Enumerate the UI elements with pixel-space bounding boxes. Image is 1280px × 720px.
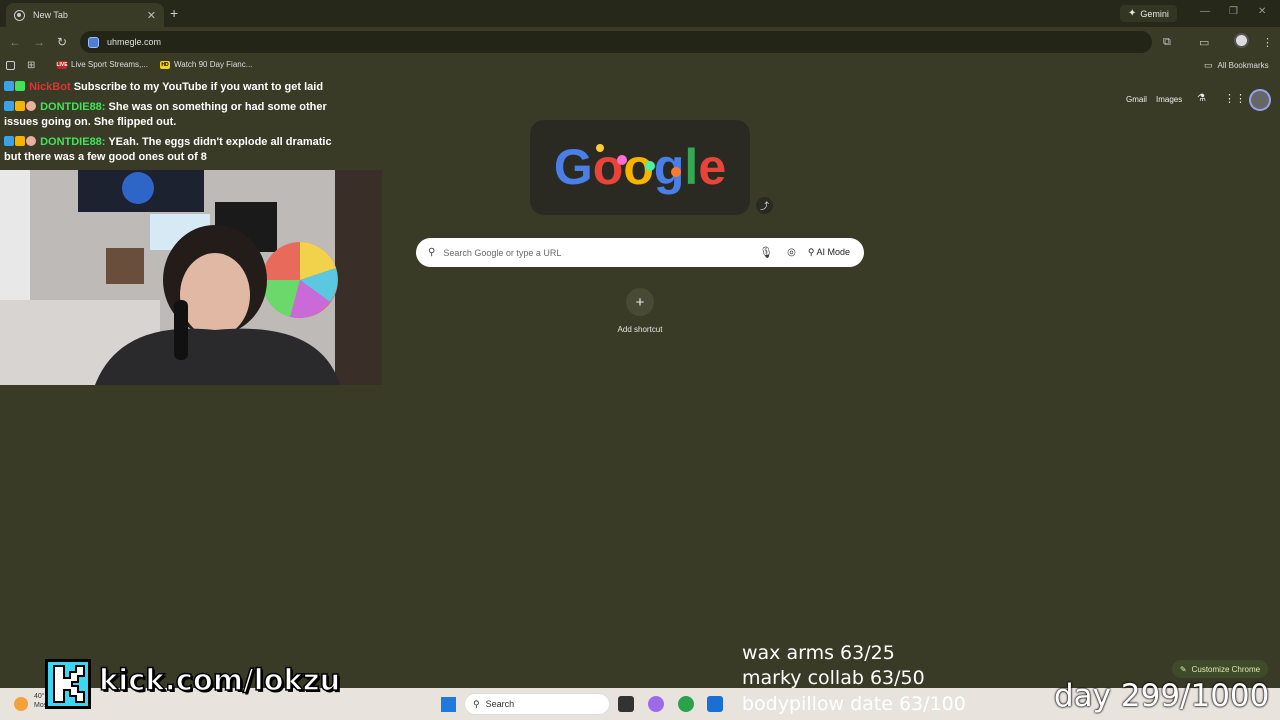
webcam-feed	[0, 170, 382, 385]
labs-flask-icon[interactable]: ⚗	[1197, 93, 1206, 104]
chrome-taskbar-icon[interactable]	[678, 696, 694, 712]
store-icon[interactable]	[707, 696, 723, 712]
customize-label: Customize Chrome	[1191, 664, 1261, 674]
bookmark-item[interactable]: HD Watch 90 Day Fianc...	[160, 60, 252, 69]
bookmark-label: Live Sport Streams,...	[71, 60, 148, 69]
sword-badge-icon	[4, 101, 14, 111]
google-search-box[interactable]: ⚲ Search Google or type a URL 🎙 ◎ ⚲ AI M…	[416, 238, 864, 267]
crown-badge-icon	[15, 136, 25, 146]
search-icon: ⚲	[428, 247, 436, 258]
folder-icon: ▭	[1204, 60, 1213, 70]
goal-wax-arms: wax arms 63/25	[742, 642, 895, 664]
gemini-label: Gemini	[1140, 8, 1169, 19]
chat-username: DONTDIE88:	[40, 136, 106, 148]
gemini-button[interactable]: ✦ Gemini	[1120, 5, 1177, 22]
pencil-icon: ✎	[1179, 664, 1187, 674]
emote-badge-icon	[26, 136, 36, 146]
lens-icon[interactable]: ◎	[787, 247, 796, 258]
ai-mode-label: AI Mode	[816, 247, 850, 257]
site-icon	[88, 36, 99, 48]
kick-k-icon	[53, 665, 85, 703]
chat-message: NickBot Subscribe to my YouTube if you w…	[4, 80, 334, 95]
doodle-text: Google	[554, 139, 726, 195]
new-tab-button[interactable]: +	[170, 5, 178, 21]
tab-title: New Tab	[33, 10, 68, 20]
share-icon[interactable]: ⤴	[756, 197, 773, 214]
gmail-link[interactable]: Gmail	[1126, 95, 1147, 104]
sparkle-icon: ✦	[1128, 8, 1137, 19]
taskbar-search-label: Search	[485, 699, 515, 709]
close-window-icon[interactable]: ✕	[1258, 6, 1266, 17]
all-bookmarks-label: All Bookmarks	[1217, 61, 1269, 70]
apps-grid-icon[interactable]: ⊞	[27, 60, 35, 71]
crown-badge-icon	[15, 101, 25, 111]
customize-chrome-button[interactable]: ✎ Customize Chrome	[1172, 660, 1268, 678]
mic-icon[interactable]: 🎙	[759, 246, 773, 259]
goal-bodypillow-date: bodypillow date 63/100	[742, 693, 966, 715]
day-counter: day 299/1000	[1054, 678, 1270, 714]
add-shortcut-button[interactable]: +	[626, 288, 654, 316]
forward-icon[interactable]: →	[33, 35, 45, 49]
extensions-icon[interactable]: ⧉	[1163, 36, 1171, 49]
bookmark-label: Watch 90 Day Fianc...	[174, 60, 253, 69]
chat-username: NickBot	[29, 81, 71, 93]
chat-message: DONTDIE88: YEah. The eggs didn't explode…	[4, 135, 334, 165]
menu-kebab-icon[interactable]: ⋮	[1262, 36, 1273, 49]
taskbar-search[interactable]: ⚲ Search	[464, 693, 610, 715]
task-view-icon[interactable]	[618, 696, 634, 712]
start-icon[interactable]	[441, 697, 456, 712]
ai-mode-button[interactable]: ⚲ AI Mode	[808, 247, 850, 258]
bookmark-item[interactable]: LIVE Live Sport Streams,...	[56, 60, 148, 69]
search-icon: ⚲	[473, 698, 480, 709]
chrome-icon	[14, 9, 25, 21]
kick-logo	[45, 659, 91, 709]
google-account-avatar[interactable]	[1249, 89, 1271, 111]
chat-text: Subscribe to my YouTube if you want to g…	[73, 81, 324, 93]
weather-icon	[14, 697, 28, 711]
images-link[interactable]: Images	[1156, 95, 1182, 104]
side-panel-icon[interactable]: ▭	[1199, 36, 1209, 49]
webcam-scene	[0, 170, 382, 385]
live-badge-icon: LIVE	[56, 60, 68, 69]
goal-marky-collab: marky collab 63/50	[742, 667, 925, 689]
emote-badge-icon	[26, 101, 36, 111]
search-placeholder: Search Google or type a URL	[443, 247, 562, 258]
profile-avatar[interactable]	[1234, 33, 1249, 48]
sword-badge-icon	[4, 81, 14, 91]
address-bar[interactable]: uhmegle.com	[80, 31, 1152, 53]
chat-message: DONTDIE88: She was on something or had s…	[4, 100, 334, 130]
tab-new-tab[interactable]: New Tab ✕	[6, 3, 164, 27]
sword-badge-icon	[4, 136, 14, 146]
url-text: uhmegle.com	[107, 37, 162, 47]
chat-username: DONTDIE88:	[40, 101, 106, 113]
tab-strip	[0, 0, 1280, 27]
hd-badge-icon: HD	[160, 60, 170, 69]
bot-badge-icon	[15, 81, 25, 91]
maximize-icon[interactable]: ❐	[1229, 6, 1238, 17]
minimize-icon[interactable]: —	[1200, 6, 1210, 17]
copilot-icon[interactable]	[648, 696, 664, 712]
google-doodle[interactable]: Google	[530, 120, 750, 215]
doodle-graphic: Google	[554, 139, 726, 195]
kick-url: kick.com/lokzu	[98, 662, 341, 698]
all-bookmarks[interactable]: ▭ All Bookmarks	[1204, 60, 1269, 71]
reload-icon[interactable]: ↻	[57, 35, 67, 49]
add-shortcut-label: Add shortcut	[617, 325, 663, 334]
close-tab-icon[interactable]: ✕	[147, 9, 156, 22]
tab-groups-icon[interactable]	[6, 61, 15, 70]
back-icon[interactable]: ←	[9, 35, 21, 49]
